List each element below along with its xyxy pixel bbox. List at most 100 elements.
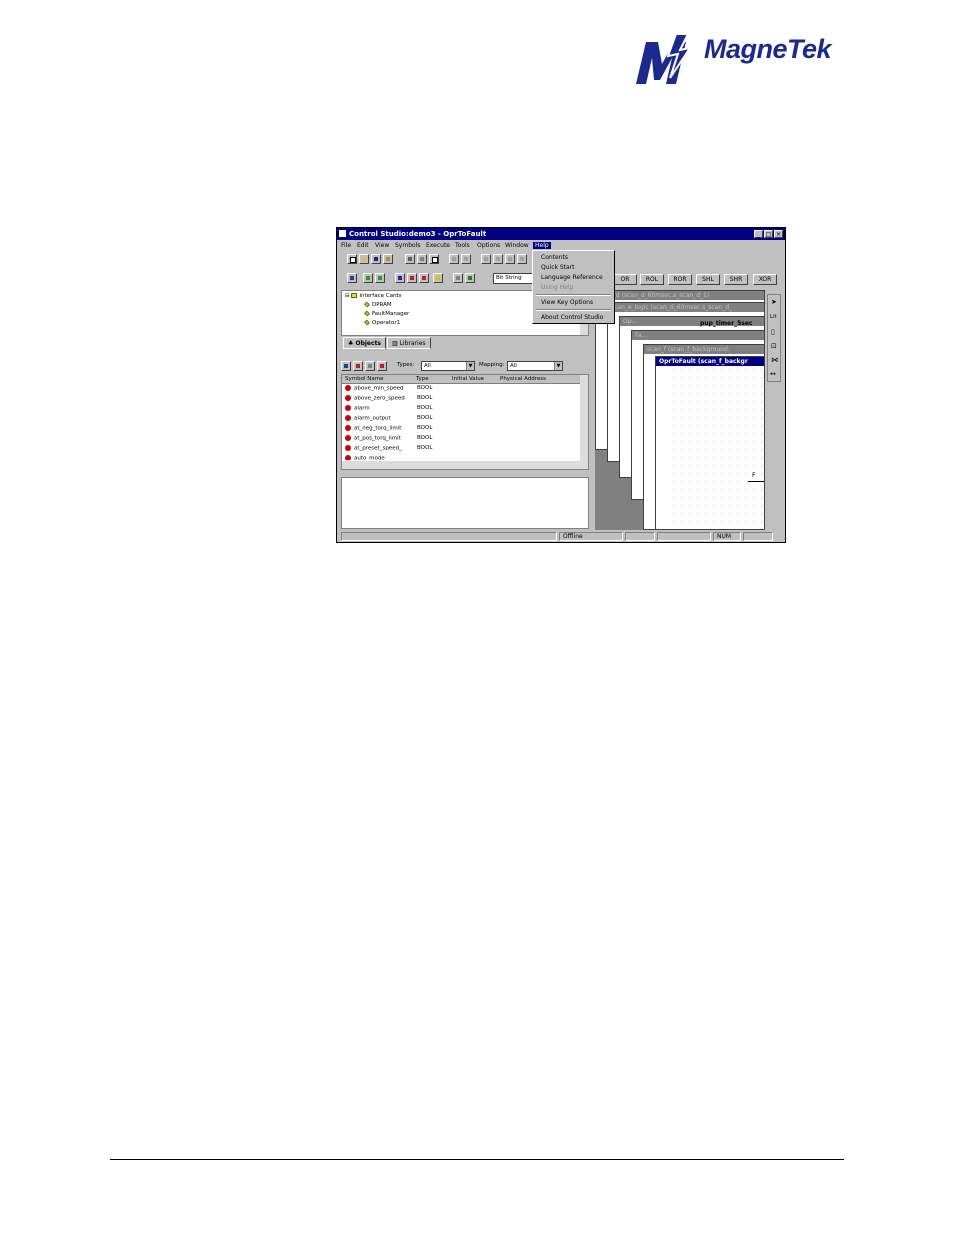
types-combo[interactable]: All ▼ [421,361,475,371]
page-setup-icon[interactable] [429,254,439,264]
op-ror-button[interactable]: ROR [668,274,692,285]
undo-icon[interactable] [449,254,459,264]
coil-icon[interactable]: ⋈ [771,356,778,364]
run-icon[interactable] [407,273,417,283]
paste-icon[interactable] [505,254,515,264]
delete-icon[interactable] [517,254,527,264]
op-xor-button[interactable]: XOR [753,274,777,285]
col-symbol-name[interactable]: Symbol Name [345,376,383,382]
status-mode: Offline [559,532,623,541]
table-row[interactable]: above_zero_speed BOOL [345,395,432,405]
element-palette: ➤ Lit ▯ ⊡ ⋈ ↔ [767,294,781,382]
symbol-new-icon[interactable] [341,361,351,371]
op-shl-button[interactable]: SHL [696,274,720,285]
menu-symbols[interactable]: Symbols [395,242,420,249]
op-shr-button[interactable]: SHR [724,274,748,285]
help-contents[interactable]: Contents [541,254,568,261]
menu-options[interactable]: Options [477,242,500,249]
minimize-button[interactable]: _ [754,230,763,238]
print-icon[interactable] [405,254,415,264]
tree-item-faultmanager[interactable]: FaultManager [364,310,409,317]
col-initial-value[interactable]: Initial Value [452,376,484,382]
pointer-icon[interactable]: ➤ [771,298,777,306]
cut-icon[interactable] [481,254,491,264]
traffic-light-icon[interactable] [419,273,429,283]
block-icon[interactable]: ▯ [771,328,775,336]
global-symbol-icon [345,405,351,411]
download-icon[interactable] [363,273,373,283]
tab-objects[interactable]: ♣ Objects [343,337,387,349]
menu-help[interactable]: Help [533,242,551,249]
stop-icon[interactable] [465,273,475,283]
tab-libraries[interactable]: ▥ Libraries [387,337,431,349]
monitor-icon[interactable] [453,273,463,283]
literal-tool[interactable]: Lit [770,314,777,320]
table-row[interactable]: at_pos_torq_limit BOOL [345,435,432,445]
contact-icon[interactable]: ⊡ [771,342,777,350]
new-file-icon[interactable] [347,254,357,264]
filter-icon[interactable] [395,273,405,283]
menu-separator [536,309,611,311]
table-row[interactable]: above_min_speed BOOL [345,385,432,395]
chevron-down-icon: ▼ [466,362,474,370]
table-row[interactable]: at_neg_torq_limit BOOL [345,425,432,435]
symbol-table: Symbol Name Type Initial Value Physical … [341,374,589,470]
close-button[interactable]: × [774,230,783,238]
table-row[interactable]: alarm_output BOOL [345,415,432,425]
copy-icon[interactable] [493,254,503,264]
objects-icon: ♣ [348,340,354,347]
table-row[interactable]: at_preset_speed_ BOOL [345,445,432,455]
jump-icon[interactable]: ↔ [770,370,776,378]
status-num: NUM [713,532,741,541]
redo-icon[interactable] [461,254,471,264]
menu-tools[interactable]: Tools [455,242,470,249]
symbol-edit-icon[interactable] [353,361,363,371]
menu-execute[interactable]: Execute [426,242,450,249]
compile-icon[interactable] [347,273,357,283]
tree-item-operator1[interactable]: Operator1 [364,319,400,326]
child-title: scan_f (scan_f_background. [644,345,764,354]
help-language-reference[interactable]: Language Reference [541,274,603,281]
tree-item-dpram[interactable]: DPRAM [364,301,392,308]
table-hscrollbar[interactable] [342,461,588,469]
op-or-button[interactable]: OR [613,274,637,285]
help-about[interactable]: About Control Studio [541,314,603,321]
menu-window[interactable]: Window [505,242,529,249]
table-row[interactable]: alarm BOOL [345,405,432,415]
col-type[interactable]: Type [416,376,429,382]
print-preview-icon[interactable] [417,254,427,264]
menu-edit[interactable]: Edit [357,242,369,249]
save-all-icon[interactable] [383,254,393,264]
upload-icon[interactable] [375,273,385,283]
open-folder-icon[interactable] [359,254,369,264]
warning-icon[interactable] [433,273,443,283]
collapse-icon[interactable]: ⊟ [345,293,350,299]
maximize-button[interactable]: □ [764,230,773,238]
op-rol-button[interactable]: ROL [640,274,664,285]
ladder-grid[interactable] [670,366,764,529]
menu-view[interactable]: View [375,242,389,249]
global-symbol-icon [345,445,351,451]
help-quick-start[interactable]: Quick Start [541,264,575,271]
table-vscrollbar[interactable] [580,375,588,461]
global-symbol-icon [345,395,351,401]
mapping-label: Mapping: [479,362,505,368]
mdi-area: scan_d (scan_d_60msec.s_scan_d_1) scan_e… [595,290,765,530]
tree-root[interactable]: ⊟ Interface Cards [345,293,401,299]
libraries-icon: ▥ [392,340,398,347]
save-icon[interactable] [371,254,381,264]
symbol-delete-icon[interactable] [365,361,375,371]
menu-file[interactable]: File [341,242,351,249]
help-view-key-options[interactable]: View Key Options [541,299,593,306]
card-icon [364,301,370,308]
partial-label: F [752,472,756,479]
symbol-props-icon[interactable] [377,361,387,371]
global-symbol-icon [345,455,351,460]
folder-icon [351,293,358,298]
output-pane [341,477,589,529]
col-physical-address[interactable]: Physical Address [500,376,546,382]
child-title: OprToFault (scan_f_backgr [656,357,764,366]
child-window-oprtofault[interactable]: OprToFault (scan_f_backgr F [655,356,765,530]
mapping-combo[interactable]: All ▼ [507,361,563,371]
table-row[interactable]: auto_modeBOOL [345,455,385,460]
